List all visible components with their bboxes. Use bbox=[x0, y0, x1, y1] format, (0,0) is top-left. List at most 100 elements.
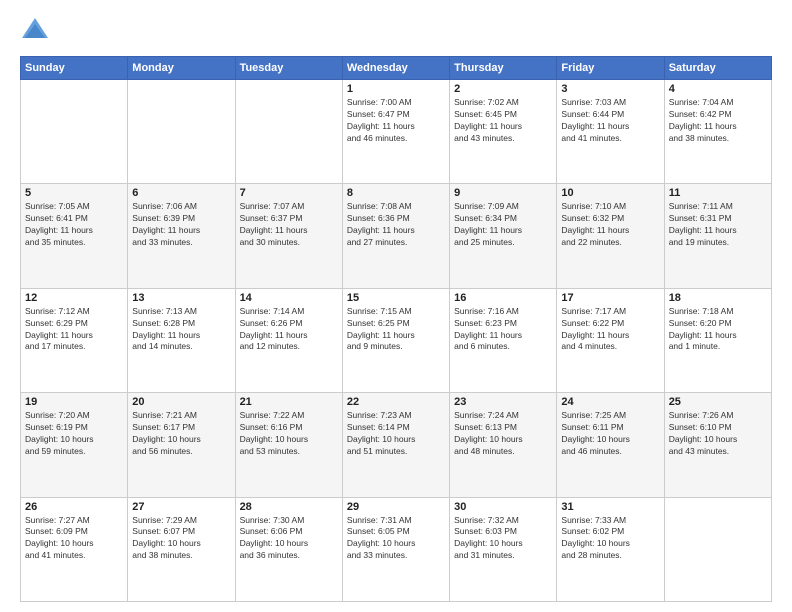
day-info: Sunrise: 7:21 AM Sunset: 6:17 PM Dayligh… bbox=[132, 410, 230, 458]
day-info: Sunrise: 7:25 AM Sunset: 6:11 PM Dayligh… bbox=[561, 410, 659, 458]
day-number: 5 bbox=[25, 187, 123, 199]
day-number: 31 bbox=[561, 501, 659, 513]
calendar-cell bbox=[128, 80, 235, 184]
day-info: Sunrise: 7:02 AM Sunset: 6:45 PM Dayligh… bbox=[454, 97, 552, 145]
calendar-header-thursday: Thursday bbox=[450, 57, 557, 80]
day-number: 11 bbox=[669, 187, 767, 199]
calendar-cell bbox=[235, 80, 342, 184]
calendar-cell: 7 Sunrise: 7:07 AM Sunset: 6:37 PM Daylig… bbox=[235, 184, 342, 288]
day-info: Sunrise: 7:24 AM Sunset: 6:13 PM Dayligh… bbox=[454, 410, 552, 458]
day-info: Sunrise: 7:14 AM Sunset: 6:26 PM Dayligh… bbox=[240, 306, 338, 354]
day-info: Sunrise: 7:13 AM Sunset: 6:28 PM Dayligh… bbox=[132, 306, 230, 354]
day-info: Sunrise: 7:05 AM Sunset: 6:41 PM Dayligh… bbox=[25, 201, 123, 249]
day-info: Sunrise: 7:06 AM Sunset: 6:39 PM Dayligh… bbox=[132, 201, 230, 249]
calendar-header-tuesday: Tuesday bbox=[235, 57, 342, 80]
day-number: 14 bbox=[240, 292, 338, 304]
calendar-header-friday: Friday bbox=[557, 57, 664, 80]
day-number: 22 bbox=[347, 396, 445, 408]
day-number: 6 bbox=[132, 187, 230, 199]
calendar-cell: 16 Sunrise: 7:16 AM Sunset: 6:23 PM Dayli… bbox=[450, 288, 557, 392]
day-info: Sunrise: 7:32 AM Sunset: 6:03 PM Dayligh… bbox=[454, 515, 552, 563]
calendar-week-row: 5 Sunrise: 7:05 AM Sunset: 6:41 PM Daylig… bbox=[21, 184, 772, 288]
calendar-cell: 26 Sunrise: 7:27 AM Sunset: 6:09 PM Dayli… bbox=[21, 497, 128, 601]
day-number: 21 bbox=[240, 396, 338, 408]
day-info: Sunrise: 7:33 AM Sunset: 6:02 PM Dayligh… bbox=[561, 515, 659, 563]
day-info: Sunrise: 7:07 AM Sunset: 6:37 PM Dayligh… bbox=[240, 201, 338, 249]
calendar-week-row: 12 Sunrise: 7:12 AM Sunset: 6:29 PM Dayli… bbox=[21, 288, 772, 392]
calendar-header-saturday: Saturday bbox=[664, 57, 771, 80]
day-info: Sunrise: 7:15 AM Sunset: 6:25 PM Dayligh… bbox=[347, 306, 445, 354]
day-number: 23 bbox=[454, 396, 552, 408]
day-number: 18 bbox=[669, 292, 767, 304]
calendar-cell: 10Sunrise: 7:10 AM Sunset: 6:32 PM Dayli… bbox=[557, 184, 664, 288]
day-number: 15 bbox=[347, 292, 445, 304]
calendar-week-row: 1 Sunrise: 7:00 AM Sunset: 6:47 PM Daylig… bbox=[21, 80, 772, 184]
day-info: Sunrise: 7:12 AM Sunset: 6:29 PM Dayligh… bbox=[25, 306, 123, 354]
calendar-cell: 17 Sunrise: 7:17 AM Sunset: 6:22 PM Dayli… bbox=[557, 288, 664, 392]
day-number: 9 bbox=[454, 187, 552, 199]
day-number: 2 bbox=[454, 83, 552, 95]
day-number: 20 bbox=[132, 396, 230, 408]
day-number: 4 bbox=[669, 83, 767, 95]
calendar-cell: 25 Sunrise: 7:26 AM Sunset: 6:10 PM Dayli… bbox=[664, 393, 771, 497]
calendar-cell: 4 Sunrise: 7:04 AM Sunset: 6:42 PM Daylig… bbox=[664, 80, 771, 184]
header bbox=[20, 16, 772, 46]
day-number: 24 bbox=[561, 396, 659, 408]
calendar-cell: 30 Sunrise: 7:32 AM Sunset: 6:03 PM Dayli… bbox=[450, 497, 557, 601]
calendar-cell: 20 Sunrise: 7:21 AM Sunset: 6:17 PM Dayli… bbox=[128, 393, 235, 497]
day-info: Sunrise: 7:27 AM Sunset: 6:09 PM Dayligh… bbox=[25, 515, 123, 563]
calendar-cell: 1 Sunrise: 7:00 AM Sunset: 6:47 PM Daylig… bbox=[342, 80, 449, 184]
day-info: Sunrise: 7:20 AM Sunset: 6:19 PM Dayligh… bbox=[25, 410, 123, 458]
day-number: 25 bbox=[669, 396, 767, 408]
calendar-cell: 9Sunrise: 7:09 AM Sunset: 6:34 PM Daylig… bbox=[450, 184, 557, 288]
day-number: 1 bbox=[347, 83, 445, 95]
day-number: 7 bbox=[240, 187, 338, 199]
day-number: 26 bbox=[25, 501, 123, 513]
calendar-cell: 2 Sunrise: 7:02 AM Sunset: 6:45 PM Daylig… bbox=[450, 80, 557, 184]
day-number: 17 bbox=[561, 292, 659, 304]
day-number: 16 bbox=[454, 292, 552, 304]
calendar-header-row: SundayMondayTuesdayWednesdayThursdayFrid… bbox=[21, 57, 772, 80]
logo bbox=[20, 16, 54, 46]
calendar-cell: 27Sunrise: 7:29 AM Sunset: 6:07 PM Dayli… bbox=[128, 497, 235, 601]
day-info: Sunrise: 7:17 AM Sunset: 6:22 PM Dayligh… bbox=[561, 306, 659, 354]
calendar-cell bbox=[21, 80, 128, 184]
day-info: Sunrise: 7:00 AM Sunset: 6:47 PM Dayligh… bbox=[347, 97, 445, 145]
day-info: Sunrise: 7:08 AM Sunset: 6:36 PM Dayligh… bbox=[347, 201, 445, 249]
calendar-cell: 5 Sunrise: 7:05 AM Sunset: 6:41 PM Daylig… bbox=[21, 184, 128, 288]
calendar-cell: 19 Sunrise: 7:20 AM Sunset: 6:19 PM Dayli… bbox=[21, 393, 128, 497]
day-number: 12 bbox=[25, 292, 123, 304]
calendar-table: SundayMondayTuesdayWednesdayThursdayFrid… bbox=[20, 56, 772, 602]
calendar-cell: 13Sunrise: 7:13 AM Sunset: 6:28 PM Dayli… bbox=[128, 288, 235, 392]
day-number: 19 bbox=[25, 396, 123, 408]
day-info: Sunrise: 7:03 AM Sunset: 6:44 PM Dayligh… bbox=[561, 97, 659, 145]
calendar-cell: 15 Sunrise: 7:15 AM Sunset: 6:25 PM Dayli… bbox=[342, 288, 449, 392]
day-info: Sunrise: 7:23 AM Sunset: 6:14 PM Dayligh… bbox=[347, 410, 445, 458]
calendar-header-wednesday: Wednesday bbox=[342, 57, 449, 80]
calendar-cell: 12 Sunrise: 7:12 AM Sunset: 6:29 PM Dayli… bbox=[21, 288, 128, 392]
calendar-week-row: 19 Sunrise: 7:20 AM Sunset: 6:19 PM Dayli… bbox=[21, 393, 772, 497]
calendar-cell: 21 Sunrise: 7:22 AM Sunset: 6:16 PM Dayli… bbox=[235, 393, 342, 497]
logo-icon bbox=[20, 16, 50, 46]
calendar-cell: 24 Sunrise: 7:25 AM Sunset: 6:11 PM Dayli… bbox=[557, 393, 664, 497]
day-number: 8 bbox=[347, 187, 445, 199]
day-number: 28 bbox=[240, 501, 338, 513]
calendar-cell: 6 Sunrise: 7:06 AM Sunset: 6:39 PM Daylig… bbox=[128, 184, 235, 288]
day-info: Sunrise: 7:30 AM Sunset: 6:06 PM Dayligh… bbox=[240, 515, 338, 563]
calendar-cell: 14 Sunrise: 7:14 AM Sunset: 6:26 PM Dayli… bbox=[235, 288, 342, 392]
day-info: Sunrise: 7:16 AM Sunset: 6:23 PM Dayligh… bbox=[454, 306, 552, 354]
calendar-cell: 23 Sunrise: 7:24 AM Sunset: 6:13 PM Dayli… bbox=[450, 393, 557, 497]
calendar-cell: 18 Sunrise: 7:18 AM Sunset: 6:20 PM Dayli… bbox=[664, 288, 771, 392]
calendar-cell: 8 Sunrise: 7:08 AM Sunset: 6:36 PM Daylig… bbox=[342, 184, 449, 288]
day-info: Sunrise: 7:31 AM Sunset: 6:05 PM Dayligh… bbox=[347, 515, 445, 563]
day-number: 3 bbox=[561, 83, 659, 95]
day-info: Sunrise: 7:26 AM Sunset: 6:10 PM Dayligh… bbox=[669, 410, 767, 458]
day-info: Sunrise: 7:18 AM Sunset: 6:20 PM Dayligh… bbox=[669, 306, 767, 354]
day-info: Sunrise: 7:22 AM Sunset: 6:16 PM Dayligh… bbox=[240, 410, 338, 458]
calendar-week-row: 26 Sunrise: 7:27 AM Sunset: 6:09 PM Dayli… bbox=[21, 497, 772, 601]
calendar-cell bbox=[664, 497, 771, 601]
day-number: 30 bbox=[454, 501, 552, 513]
day-info: Sunrise: 7:04 AM Sunset: 6:42 PM Dayligh… bbox=[669, 97, 767, 145]
calendar-cell: 28 Sunrise: 7:30 AM Sunset: 6:06 PM Dayli… bbox=[235, 497, 342, 601]
calendar-header-sunday: Sunday bbox=[21, 57, 128, 80]
